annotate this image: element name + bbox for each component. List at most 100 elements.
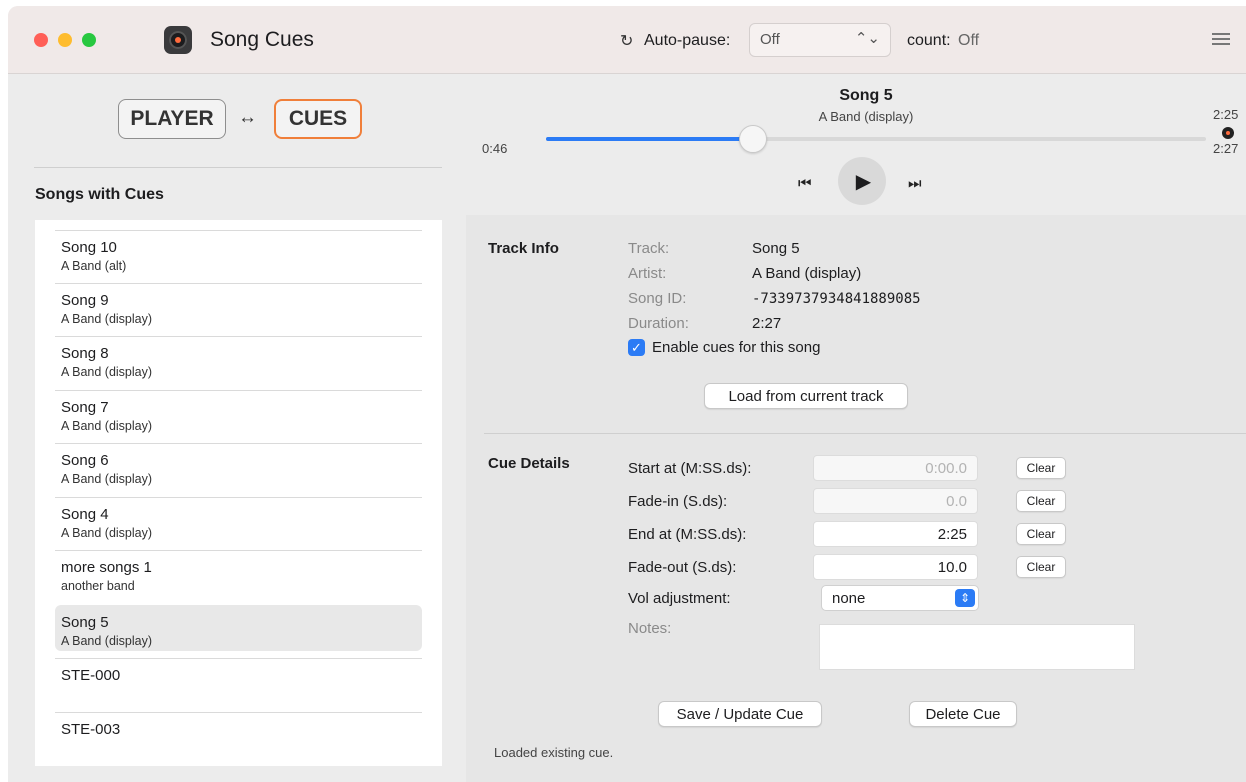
song-title: Song 9 [61,292,109,309]
clear-end-button[interactable]: Clear [1016,523,1066,545]
progress-knob[interactable] [738,125,767,153]
song-list-item[interactable]: more songs 1 another band [55,550,422,602]
clear-fade-in-button[interactable]: Clear [1016,490,1066,512]
song-title: Song 6 [61,452,109,469]
track-info-heading: Track Info [488,240,559,257]
song-artist: A Band (display) [61,472,153,486]
autopause-label: Auto-pause: [644,32,731,49]
cue-editor-panel: Track Info Track: Song 5 Artist: A Band … [466,215,1246,782]
record-app-icon [164,26,192,54]
end-at-input[interactable]: 2:25 [813,521,978,547]
progress-fill [546,137,753,141]
song-title: Song 4 [61,506,109,523]
left-panel: PLAYER ↔ CUES Songs with Cues Song 10 A B… [8,75,466,782]
skip-forward-icon[interactable]: ⏭ [908,175,922,192]
cue-marker-icon [1222,127,1234,139]
start-at-input[interactable]: 0:00.0 [813,455,978,481]
chevron-updown-icon: ⇕ [955,589,975,607]
mode-switcher: PLAYER ↔ CUES [8,75,466,167]
song-list-item[interactable]: Song 5 A Band (display) [55,605,422,651]
song-title: STE-003 [61,721,121,738]
duration-value: 2:27 [752,315,782,332]
now-playing-panel: Song 5 A Band (display) 0:46 2:25 2:27 ⏮… [466,75,1246,215]
song-id-label: Song ID: [628,290,687,307]
song-list-item[interactable]: STE-003 [55,712,422,764]
total-time: 2:27 [1213,141,1239,156]
song-list-item[interactable]: STE-000 [55,658,422,710]
clear-fade-out-button[interactable]: Clear [1016,556,1066,578]
song-title: Song 5 [61,614,109,631]
delete-cue-button[interactable]: Delete Cue [909,701,1017,727]
play-icon[interactable]: ▶ [838,157,886,205]
song-artist: A Band (display) [61,526,153,540]
start-at-label: Start at (M:SS.ds): [628,460,752,477]
song-title: STE-000 [61,667,121,684]
title-bar: Song Cues ↻ Auto-pause: Off ⌃⌄ count: Of… [8,6,1246,74]
now-playing-artist: A Band (display) [818,109,914,124]
autopause-value: Off [760,31,780,48]
vol-adjustment-select[interactable]: none ⇕ [821,585,979,611]
autopause-select[interactable]: Off ⌃⌄ [749,23,891,57]
duration-label: Duration: [628,315,689,332]
progress-slider[interactable] [546,125,1206,153]
song-artist: A Band (alt) [61,259,127,273]
divider [34,167,442,168]
hamburger-menu-icon[interactable] [1212,33,1230,46]
fade-in-input[interactable]: 0.0 [813,488,978,514]
vol-adjustment-label: Vol adjustment: [628,590,731,607]
cue-details-heading: Cue Details [488,455,570,472]
song-title: Song 8 [61,345,109,362]
song-list-item[interactable]: Song 9 A Band (display) [55,283,422,335]
songs-list[interactable]: Song 10 A Band (alt) Song 9 A Band (display… [35,220,442,766]
vol-adjustment-value: none [832,590,866,607]
notes-textarea[interactable] [819,624,1135,670]
elapsed-time: 0:46 [482,141,508,156]
song-list-item[interactable]: Song 6 A Band (display) [55,443,422,495]
song-id-value: -7339737934841889085 [752,291,921,307]
refresh-icon: ↻ [620,33,634,50]
close-window-button[interactable] [34,33,48,47]
chevron-updown-icon: ⌃⌄ [854,30,880,47]
now-playing-title: Song 5 [839,87,893,104]
app-title: Song Cues [210,28,314,51]
app-window: Song Cues ↻ Auto-pause: Off ⌃⌄ count: Of… [8,6,1246,782]
song-list-item[interactable]: Song 10 A Band (alt) [55,230,422,282]
minimize-window-button[interactable] [58,33,72,47]
fade-in-label: Fade-in (S.ds): [628,493,728,510]
swap-arrow-icon: ↔ [238,107,257,128]
artist-label: Artist: [628,265,667,282]
song-artist: A Band (display) [61,419,153,433]
save-update-cue-button[interactable]: Save / Update Cue [658,701,822,727]
zoom-window-button[interactable] [82,33,96,47]
track-value: Song 5 [752,240,800,257]
song-title: more songs 1 [61,559,152,576]
enable-cues-label[interactable]: Enable cues for this song [652,339,820,356]
songs-with-cues-heading: Songs with Cues [35,186,164,203]
song-list-item[interactable]: Song 8 A Band (display) [55,336,422,388]
song-list-item[interactable]: Song 4 A Band (display) [55,497,422,549]
artist-value: A Band (display) [752,265,862,282]
track-label: Track: [628,240,670,257]
song-title: Song 7 [61,399,109,416]
cue-end-time: 2:25 [1213,107,1239,122]
fade-out-label: Fade-out (S.ds): [628,559,737,576]
end-at-label: End at (M:SS.ds): [628,526,747,543]
song-artist: A Band (display) [61,634,153,648]
player-mode-button[interactable]: PLAYER [118,99,226,139]
song-artist: A Band (display) [61,312,153,326]
skip-back-icon[interactable]: ⏮ [798,175,812,192]
status-message: Loaded existing cue. [494,745,614,760]
song-list-item[interactable]: Song 7 A Band (display) [55,390,422,442]
song-artist: A Band (display) [61,365,153,379]
cues-mode-button[interactable]: CUES [274,99,362,139]
count-label: count: [907,32,951,49]
count-value: Off [958,32,980,49]
enable-cues-checkbox[interactable]: ✓ [628,339,645,356]
notes-label: Notes: [628,620,672,637]
clear-start-button[interactable]: Clear [1016,457,1066,479]
load-from-current-track-button[interactable]: Load from current track [704,383,908,409]
song-title: Song 10 [61,239,117,256]
section-divider [484,433,1246,434]
song-artist: another band [61,579,135,593]
fade-out-input[interactable]: 10.0 [813,554,978,580]
